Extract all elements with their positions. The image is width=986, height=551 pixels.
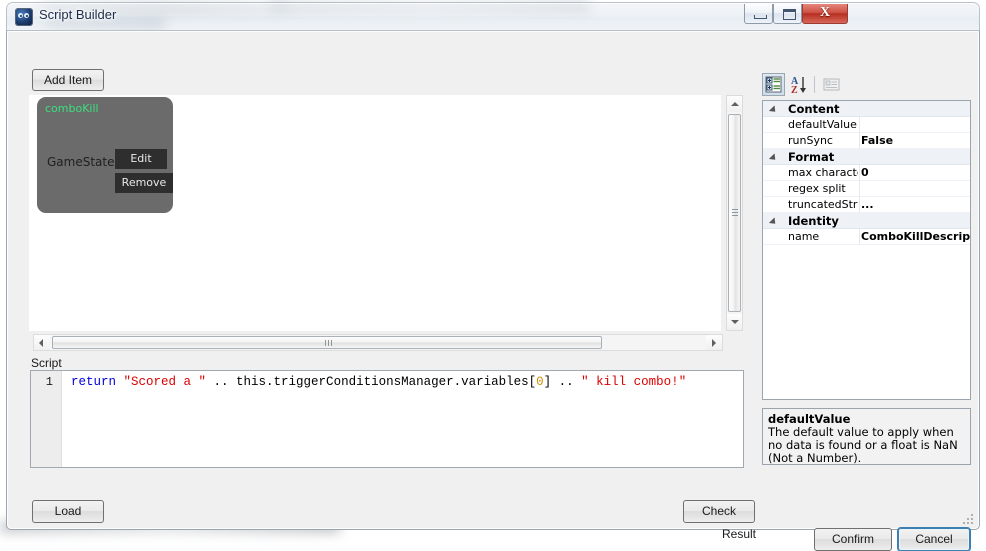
minimize-icon (754, 15, 767, 19)
property-value[interactable]: ComboKillDescriptio (861, 230, 970, 243)
property-row[interactable]: max characters0 (763, 165, 970, 181)
restore-icon (783, 9, 796, 20)
item-edit-button[interactable]: Edit (115, 149, 167, 169)
scroll-up-button[interactable] (727, 96, 742, 112)
property-category-label: Identity (788, 214, 839, 228)
check-button[interactable]: Check (683, 500, 755, 523)
close-icon: X (819, 5, 831, 20)
scroll-left-button[interactable] (34, 335, 50, 350)
item-title: comboKill (45, 102, 99, 115)
code-token-str: " kill combo!" (581, 375, 687, 389)
vertical-scroll-thumb[interactable] (728, 114, 741, 312)
property-description-panel: defaultValue The default value to apply … (762, 408, 971, 465)
minimize-button[interactable] (744, 4, 773, 24)
property-description-title: defaultValue (768, 412, 851, 426)
title-bar[interactable]: Script Builder X (6, 2, 980, 30)
confirm-button[interactable]: Confirm (814, 528, 892, 551)
client-area: Add Item comboKill GameState Edit Remove (6, 30, 980, 551)
property-name: max characters (788, 166, 858, 179)
property-category-row[interactable]: Content (763, 101, 970, 117)
result-label: Result (722, 527, 757, 541)
editor-gutter: 1 (31, 371, 62, 467)
script-builder-window: Script Builder X Add Item comboKill Game… (6, 2, 980, 551)
collapse-triangle-icon[interactable] (768, 217, 779, 227)
property-name: runSync (788, 134, 833, 147)
property-column-splitter[interactable] (859, 133, 860, 149)
property-row[interactable]: regex split (763, 181, 970, 197)
property-column-splitter[interactable] (859, 117, 860, 133)
property-row[interactable]: truncatedString... (763, 197, 970, 213)
horizontal-scroll-thumb[interactable] (52, 336, 602, 349)
collapse-triangle-icon[interactable] (768, 153, 779, 163)
chevron-right-icon (712, 339, 716, 347)
property-column-splitter[interactable] (859, 229, 860, 245)
canvas-vertical-scrollbar[interactable] (726, 95, 743, 331)
code-token-pun: [ (528, 375, 537, 389)
alphabetical-sort-button[interactable]: A Z (788, 73, 811, 96)
property-category-row[interactable]: Format (763, 149, 970, 165)
maximize-button[interactable] (773, 4, 802, 24)
svg-text:Z: Z (791, 85, 798, 95)
property-row[interactable]: runSync False (763, 133, 970, 149)
code-token-pun: .. (206, 375, 237, 389)
load-button[interactable]: Load (32, 500, 104, 523)
scroll-right-button[interactable] (706, 335, 722, 350)
chevron-left-icon (39, 339, 43, 347)
property-column-splitter[interactable] (859, 181, 860, 197)
chevron-down-icon (731, 320, 739, 324)
property-pages-button[interactable] (820, 73, 843, 96)
property-name: regex split (788, 182, 846, 195)
window-title: Script Builder (39, 7, 117, 22)
property-description-body: The default value to apply when no data … (768, 425, 958, 465)
collapse-triangle-icon[interactable] (768, 105, 779, 115)
property-name: defaultValue (788, 118, 857, 131)
app-icon (16, 9, 32, 25)
close-button[interactable]: X (802, 4, 848, 24)
script-code-line[interactable]: return "Scored a " .. this.triggerCondit… (71, 375, 686, 389)
property-category-label: Content (788, 102, 840, 116)
property-category-row[interactable]: Identity (763, 213, 970, 229)
property-value[interactable]: ... (861, 198, 970, 211)
item-canvas[interactable]: comboKill GameState Edit Remove (29, 95, 721, 331)
code-token-num: 0 (536, 375, 544, 389)
property-grid[interactable]: Content defaultValue runSync False Format max… (762, 100, 971, 400)
add-item-button[interactable]: Add Item (32, 69, 104, 91)
property-grid-toolbar: A Z (762, 73, 971, 96)
item-card-combokill[interactable]: comboKill GameState Edit Remove (37, 97, 173, 213)
categorized-view-icon (765, 76, 782, 93)
property-pages-icon (823, 78, 840, 91)
alphabetical-sort-icon: A Z (791, 76, 806, 96)
script-label: Script (31, 356, 62, 370)
property-category-label: Format (788, 150, 835, 164)
code-token-str: "Scored a " (123, 375, 207, 389)
canvas-horizontal-scrollbar[interactable] (33, 334, 723, 351)
toolbar-separator (814, 76, 815, 93)
cancel-button[interactable]: Cancel (898, 528, 970, 551)
property-column-splitter[interactable] (859, 197, 860, 213)
scroll-down-button[interactable] (727, 314, 742, 330)
chevron-up-icon (731, 102, 739, 106)
property-row[interactable]: name ComboKillDescriptio (763, 229, 970, 245)
code-token-kw: return (71, 375, 124, 389)
item-remove-button[interactable]: Remove (115, 173, 173, 193)
property-name: name (788, 230, 820, 243)
item-type-label: GameState (47, 155, 115, 169)
code-token-pun: .. (551, 375, 582, 389)
property-value[interactable]: 0 (861, 166, 970, 179)
script-editor[interactable]: 1 return "Scored a " .. this.triggerCond… (30, 370, 744, 468)
resize-grip[interactable] (963, 514, 975, 526)
property-column-splitter[interactable] (859, 165, 860, 181)
property-row[interactable]: defaultValue (763, 117, 970, 133)
code-token-pun: this.triggerConditionsManager.variables (236, 375, 529, 389)
property-name: truncatedString (788, 198, 858, 211)
line-number: 1 (45, 375, 53, 389)
categorized-view-button[interactable] (762, 73, 785, 96)
property-value[interactable]: False (861, 134, 970, 147)
